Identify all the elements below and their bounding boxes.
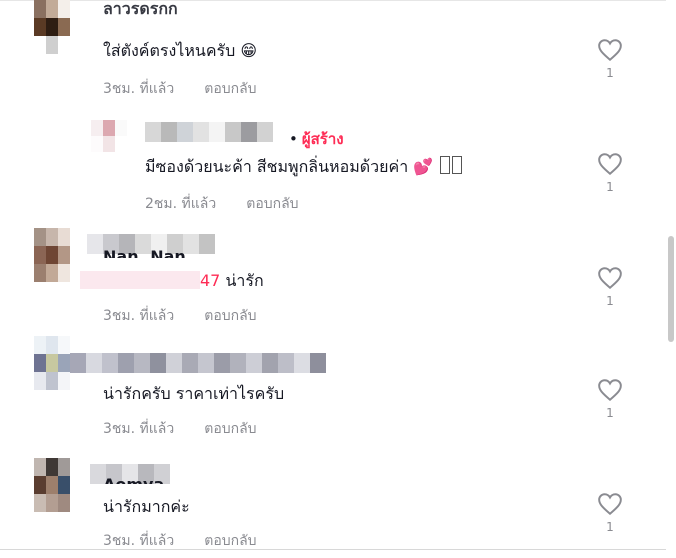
comment-text: 47 น่ารัก <box>80 270 264 292</box>
avatar[interactable] <box>34 228 70 282</box>
heart-outline-icon <box>598 267 622 290</box>
creator-tag: • ผู้สร้าง <box>285 128 344 150</box>
heart-outline-icon <box>598 493 622 516</box>
username: Nan. Nan <box>103 247 186 258</box>
like-count: 1 <box>606 294 614 308</box>
username[interactable]: ลาวรดรกก <box>103 2 178 22</box>
reply-button[interactable]: ตอบกลับ <box>204 305 256 327</box>
comment-body: น่ารักมากค่ะ <box>103 497 190 516</box>
mention-link[interactable]: 47 <box>200 271 220 290</box>
like-button[interactable]: 1 <box>595 378 625 420</box>
like-count: 1 <box>606 180 614 194</box>
avatar[interactable] <box>91 120 127 174</box>
username-text[interactable]: Nan. Nan <box>103 246 186 258</box>
avatar[interactable] <box>34 458 70 512</box>
reply-button[interactable]: ตอบกลับ <box>204 78 256 100</box>
comment-text: น่ารักมากค่ะ <box>103 496 190 518</box>
heart-outline-icon <box>598 153 622 176</box>
like-button[interactable]: 1 <box>595 266 625 308</box>
bottom-divider <box>0 549 676 550</box>
comment-body: น่ารักครับ ราคาเท่าไรครับ <box>103 384 285 403</box>
separator-dot: • <box>289 130 298 148</box>
avatar[interactable] <box>34 0 70 54</box>
timestamp: 2ชม. ที่แล้ว <box>145 196 217 212</box>
comment-meta: 3ชม. ที่แล้ว ตอบกลับ <box>103 305 257 327</box>
comment-meta: 2ชม. ที่แล้ว ตอบกลับ <box>145 193 299 215</box>
comment-body: มีซองด้วยนะค้า สีชมพูกลิ่นหอมด้วยค่า <box>145 157 409 176</box>
heart-outline-icon <box>598 39 622 62</box>
comment-meta: 3ชม. ที่แล้ว ตอบกลับ <box>103 78 257 100</box>
reply-button[interactable]: ตอบกลับ <box>246 193 298 215</box>
missing-glyph-icon <box>452 156 463 174</box>
like-count: 1 <box>606 66 614 80</box>
comment-body: ใส่ตังค์ตรงไหนครับ <box>103 41 236 60</box>
timestamp: 3ชม. ที่แล้ว <box>103 81 175 97</box>
avatar[interactable] <box>34 336 70 390</box>
missing-glyph-icon <box>440 156 451 174</box>
like-button[interactable]: 1 <box>595 38 625 80</box>
comment-body: น่ารัก <box>225 271 264 290</box>
creator-label: ผู้สร้าง <box>301 130 344 148</box>
two-hearts-emoji-icon: 💕 <box>413 157 434 176</box>
mention-redacted <box>80 271 200 289</box>
comment-meta: 3ชม. ที่แล้ว ตอบกลับ <box>103 418 257 440</box>
reply-button[interactable]: ตอบกลับ <box>204 418 256 440</box>
grin-emoji-icon: 😁 <box>240 41 258 60</box>
comment-text: มีซองด้วยนะค้า สีชมพูกลิ่นหอมด้วยค่า 💕 <box>145 156 463 178</box>
username-redacted[interactable] <box>70 353 326 373</box>
username-text: ลาวรดรกก <box>103 2 178 16</box>
timestamp: 3ชม. ที่แล้ว <box>103 308 175 324</box>
username-text[interactable]: Aomya <box>103 474 164 484</box>
timestamp: 3ชม. ที่แล้ว <box>103 421 175 437</box>
like-count: 1 <box>606 406 614 420</box>
username: Aomya <box>103 475 164 484</box>
like-button[interactable]: 1 <box>595 492 625 534</box>
scrollbar-thumb[interactable] <box>668 236 674 342</box>
comment-text: น่ารักครับ ราคาเท่าไรครับ <box>103 383 284 405</box>
comment-text: ใส่ตังค์ตรงไหนครับ 😁 <box>103 40 257 62</box>
username-redacted[interactable] <box>145 122 273 142</box>
like-count: 1 <box>606 520 614 534</box>
like-button[interactable]: 1 <box>595 152 625 194</box>
top-divider <box>0 0 676 1</box>
heart-outline-icon <box>598 379 622 402</box>
